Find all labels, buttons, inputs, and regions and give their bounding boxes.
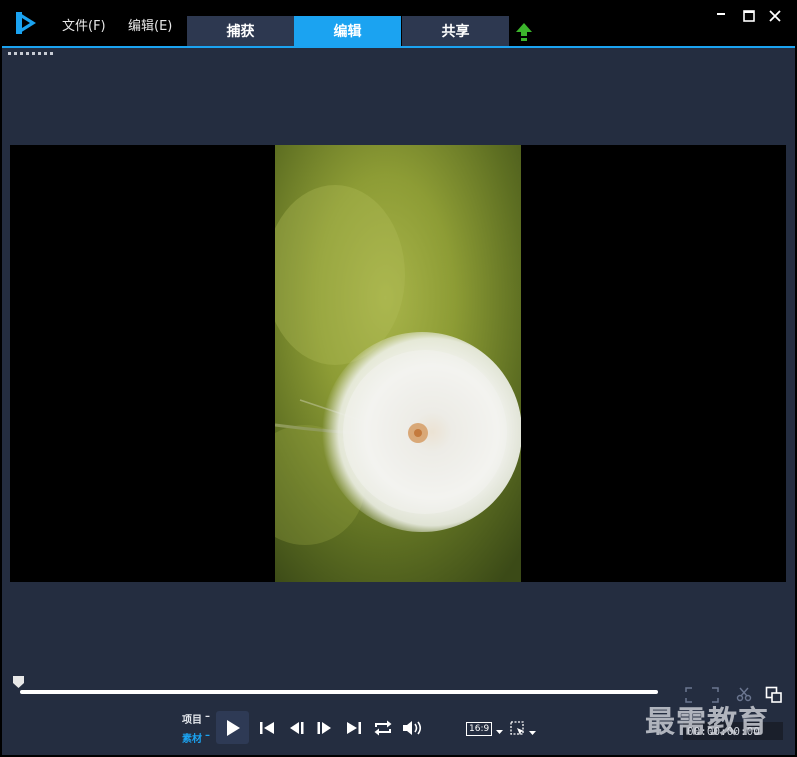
chevron-down-icon — [529, 731, 536, 735]
upload-icon[interactable] — [515, 22, 533, 42]
maximize-icon[interactable] — [741, 8, 757, 24]
volume-icon[interactable] — [401, 719, 423, 737]
close-icon[interactable] — [767, 8, 783, 24]
panel-grip[interactable] — [8, 52, 54, 55]
repeat-icon[interactable] — [373, 719, 393, 737]
play-button[interactable] — [216, 711, 249, 744]
skip-end-icon[interactable] — [345, 720, 363, 736]
tab-share-label: 共享 — [441, 24, 470, 40]
mode-project-dash: – — [205, 711, 210, 722]
scrubber-handle[interactable] — [12, 675, 25, 689]
mouse-mode-dropdown[interactable] — [510, 720, 537, 738]
tab-capture[interactable]: 捕获 — [187, 16, 294, 46]
step-forward-icon[interactable] — [315, 720, 333, 736]
watermark: 最需教育 — [645, 705, 769, 740]
minimize-icon[interactable] — [713, 8, 729, 24]
menu-file[interactable]: 文件(F) — [62, 15, 106, 34]
cursor-select-icon — [510, 721, 524, 735]
title-bar: 文件(F) 编辑(E) 捕获 编辑 共享 — [0, 0, 797, 46]
skip-start-icon[interactable] — [258, 720, 276, 736]
tab-share[interactable]: 共享 — [402, 16, 509, 46]
step-back-icon[interactable] — [288, 720, 306, 736]
play-icon — [226, 719, 240, 736]
tab-edit-label: 编辑 — [333, 24, 362, 40]
chevron-down-icon — [496, 730, 504, 734]
aspect-ratio-dropdown[interactable]: 16:9 — [466, 721, 504, 737]
preview-image-dandelion — [275, 145, 521, 582]
scrubber-track[interactable] — [20, 690, 658, 694]
tab-edit[interactable]: 编辑 — [294, 16, 401, 46]
preview-window — [10, 145, 786, 582]
tab-capture-label: 捕获 — [226, 24, 255, 40]
mode-clip-dash: – — [205, 730, 210, 741]
menu-edit[interactable]: 编辑(E) — [128, 15, 172, 34]
mode-project[interactable]: 项目 — [182, 711, 202, 726]
aspect-ratio-value: 16:9 — [466, 722, 493, 736]
mode-clip[interactable]: 素材 — [182, 730, 202, 745]
app-logo-icon — [16, 12, 36, 34]
accent-line — [0, 46, 797, 48]
